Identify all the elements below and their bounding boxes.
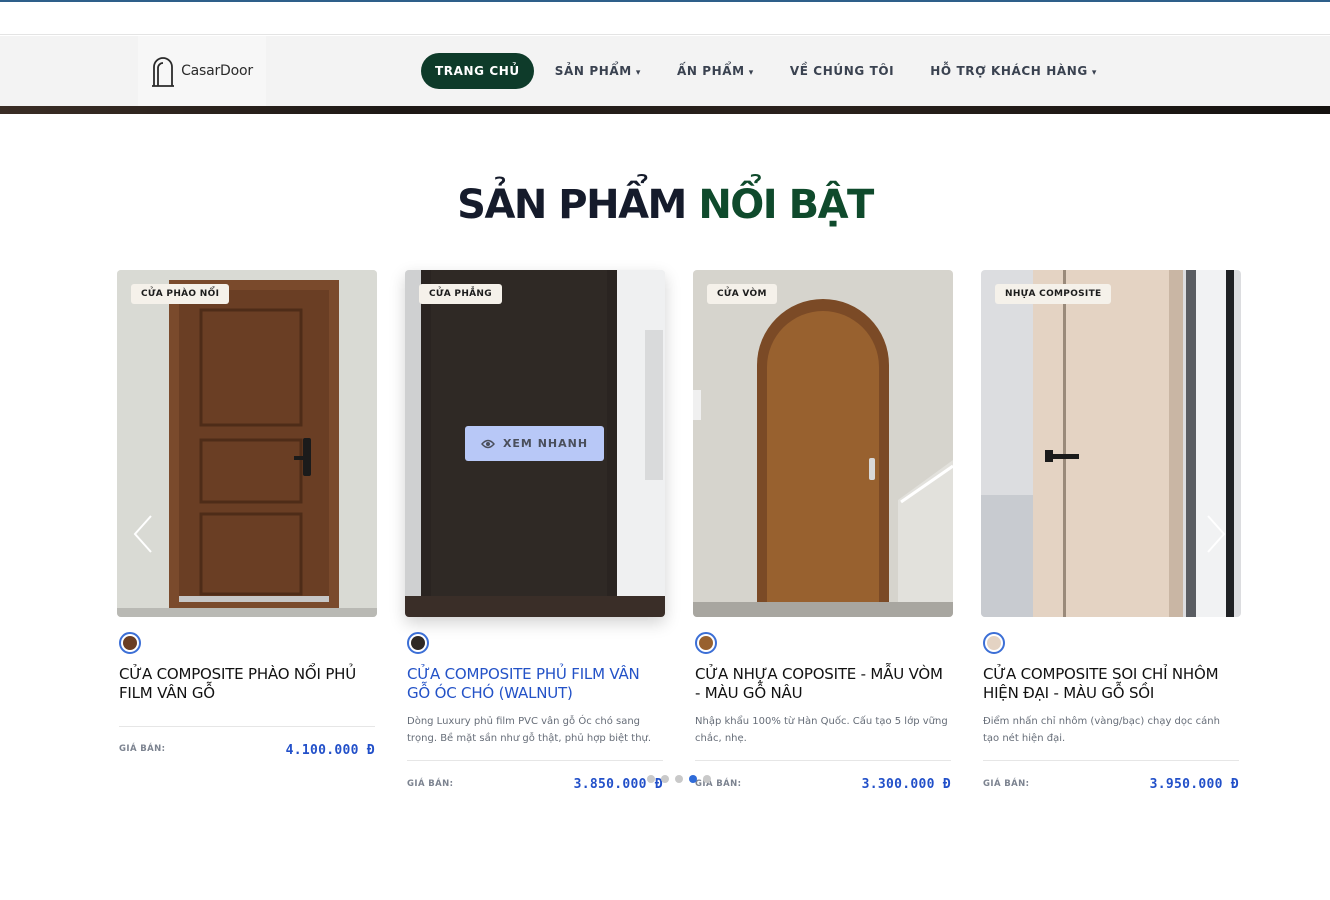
eye-icon: [481, 439, 495, 448]
nav-ho-tro-khach-hang[interactable]: HỖ TRỢ KHÁCH HÀNG ▾: [930, 64, 1097, 78]
door-image: [117, 270, 377, 617]
nav-san-pham[interactable]: SẢN PHẨM ▾: [555, 64, 641, 78]
quick-view-label: XEM NHANH: [502, 437, 589, 450]
door-image: [981, 270, 1241, 617]
nav-label: ẤN PHẨM: [676, 64, 745, 78]
color-swatch[interactable]: [983, 632, 1005, 654]
product-name[interactable]: CỬA COMPOSITE PHỦ FILM VÂN GỖ ÓC CHÓ (WA…: [407, 665, 663, 703]
product-description: Điểm nhấn chỉ nhôm (vàng/bạc) chạy dọc c…: [983, 716, 1220, 744]
product-card[interactable]: CỬA PHẲNG XEM NHANH CỬA COMPOSITE PHỦ FI…: [405, 270, 665, 792]
carousel-dot[interactable]: [689, 775, 697, 783]
chevron-right-icon: [1207, 515, 1226, 553]
product-card[interactable]: NHỰA COMPOSITE CỬA COMPOSITE SOI CHỈ NHÔ…: [981, 270, 1241, 792]
nav-label: TRANG CHỦ: [435, 64, 520, 78]
site-logo[interactable]: CasarDoor: [138, 36, 266, 106]
product-name[interactable]: CỬA COMPOSITE SOI CHỈ NHÔM HIỆN ĐẠI - MÀ…: [983, 665, 1239, 703]
door-arch-logo-icon: [152, 57, 175, 87]
color-swatch[interactable]: [407, 632, 429, 654]
hero-banner-edge: [0, 106, 1330, 114]
chevron-left-icon: [133, 515, 152, 553]
price-label: GIÁ BÁN:: [407, 779, 454, 789]
divider: [695, 760, 951, 761]
product-description: Dòng Luxury phủ film PVC vân gỗ Óc chó s…: [407, 716, 652, 744]
nav-label: HỖ TRỢ KHÁCH HÀNG: [930, 64, 1088, 78]
chevron-down-icon: ▾: [635, 68, 641, 78]
main-nav: TRANG CHỦ SẢN PHẨM ▾ ẤN PHẨM ▾ VỀ CHÚNG TÔ…: [421, 53, 1133, 89]
carousel-next-button[interactable]: [1196, 512, 1236, 556]
category-badge: NHỰA COMPOSITE: [995, 284, 1112, 304]
divider: [119, 726, 375, 727]
product-price: 4.100.000 Đ: [285, 743, 375, 758]
section-title-main: SẢN PHẨM: [457, 182, 687, 228]
product-name[interactable]: CỬA NHỰA COPOSITE - MẪU VÒM - MÀU GỖ NÂU: [695, 665, 951, 703]
category-badge: CỬA PHÀO NỔI: [131, 284, 230, 304]
nav-trang-chu[interactable]: TRANG CHỦ: [421, 53, 534, 89]
product-image[interactable]: CỬA PHÀO NỔI: [117, 270, 377, 617]
product-card[interactable]: CỬA PHÀO NỔI CỬA COMPOSITE PHÀO NỔI PHỦ …: [117, 270, 377, 758]
section-title-accent: NỔI BẬT: [698, 182, 874, 228]
product-price: 3.300.000 Đ: [861, 777, 951, 792]
nav-an-pham[interactable]: ẤN PHẨM ▾: [677, 64, 754, 78]
door-image: [693, 270, 953, 617]
section-title: SẢN PHẨM NỔI BẬT: [0, 182, 1330, 228]
product-image[interactable]: CỬA PHẲNG XEM NHANH: [405, 270, 665, 617]
carousel-dot[interactable]: [703, 775, 711, 783]
nav-label: SẢN PHẨM: [554, 64, 632, 78]
product-image[interactable]: CỬA VÒM: [693, 270, 953, 617]
logo-text: CasarDoor: [181, 63, 253, 79]
divider: [983, 760, 1239, 761]
color-swatch[interactable]: [695, 632, 717, 654]
price-label: GIÁ BÁN:: [119, 744, 166, 754]
nav-ve-chung-toi[interactable]: VỀ CHÚNG TÔI: [790, 64, 894, 78]
product-image[interactable]: NHỰA COMPOSITE: [981, 270, 1241, 617]
category-badge: CỬA VÒM: [707, 284, 777, 304]
carousel-dot[interactable]: [647, 775, 655, 783]
quick-view-button[interactable]: XEM NHANH: [465, 426, 604, 461]
carousel-dot[interactable]: [661, 775, 669, 783]
color-swatch[interactable]: [119, 632, 141, 654]
product-name[interactable]: CỬA COMPOSITE PHÀO NỔI PHỦ FILM VÂN GỖ: [119, 665, 375, 703]
product-price: 3.950.000 Đ: [1149, 777, 1239, 792]
nav-label: VỀ CHÚNG TÔI: [789, 64, 895, 78]
category-badge: CỬA PHẲNG: [419, 284, 502, 304]
top-bar: [0, 2, 1330, 35]
divider: [407, 760, 663, 761]
product-card[interactable]: CỬA VÒM CỬA NHỰA COPOSITE - MẪU VÒM - MÀ…: [693, 270, 953, 792]
chevron-down-icon: ▾: [748, 68, 754, 78]
carousel-dot[interactable]: [675, 775, 683, 783]
carousel-prev-button[interactable]: [123, 512, 163, 556]
chevron-down-icon: ▾: [1091, 68, 1097, 78]
price-label: GIÁ BÁN:: [983, 779, 1030, 789]
product-description: Nhập khẩu 100% từ Hàn Quốc. Cấu tạo 5 lớ…: [695, 716, 948, 744]
carousel-pagination: [647, 775, 711, 783]
